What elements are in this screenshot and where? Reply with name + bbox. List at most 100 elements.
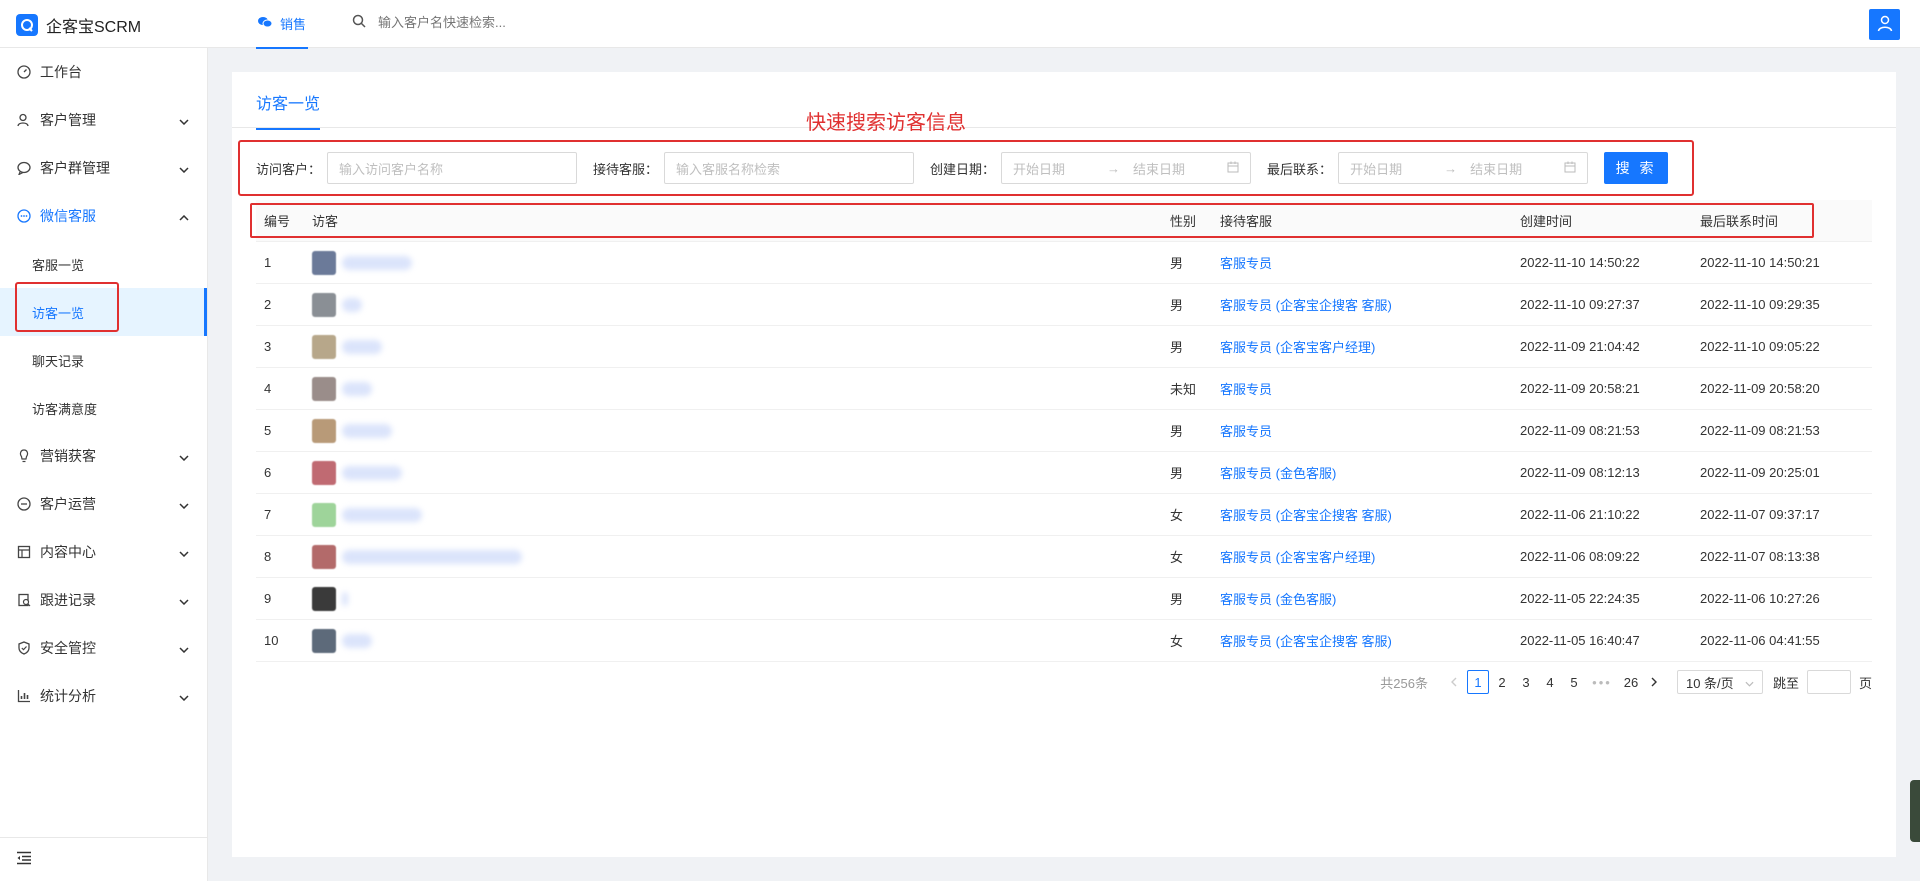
last-contact-range-picker[interactable]: 开始日期 → 结束日期 [1338, 152, 1589, 184]
row-number: 3 [264, 339, 272, 354]
agent-name-input[interactable]: 输入客服名称检索 [664, 152, 915, 184]
page-size-select[interactable]: 10 条/页 [1676, 670, 1763, 694]
created-time-cell: 2022-11-10 09:27:37 [1520, 297, 1640, 312]
visitor-name-input[interactable]: 输入访问客户名称 [327, 152, 578, 184]
customer-search-input[interactable] [376, 14, 680, 31]
arrow-right-icon: → [1444, 160, 1458, 176]
created-date-range-picker[interactable]: 开始日期 → 结束日期 [1001, 152, 1252, 184]
visitor-cell[interactable] [304, 544, 1162, 569]
gender-cell: 男 [1170, 298, 1184, 313]
sidebar-item-group-chats[interactable]: 客户群管理 [0, 144, 207, 192]
agent-link[interactable]: 客服专员 (企客宝企搜客 客服) [1212, 505, 1512, 524]
agent-link[interactable]: 客服专员 [1212, 253, 1512, 272]
avatar [312, 502, 336, 527]
sidebar-item-operations[interactable]: 客户运营 [0, 480, 207, 528]
visitor-input-placeholder: 输入访问客户名称 [339, 161, 444, 177]
app-logo[interactable]: 企客宝SCRM [16, 13, 141, 37]
agent-link[interactable]: 客服专员 (企客宝客户经理) [1212, 547, 1512, 566]
table-row[interactable]: 9 男 客服专员 (金色客服) 2022-11-05 22:24:35 2022-11-… [256, 578, 1872, 620]
table-row[interactable]: 4 未知 客服专员 2022-11-09 20:58:21 2022-11-09 20:… [256, 368, 1872, 410]
sidebar-item-analytics[interactable]: 统计分析 [0, 672, 207, 720]
user-icon [1876, 14, 1894, 35]
sidebar-subitem-chat-records[interactable]: 聊天记录 [0, 336, 207, 384]
avatar [312, 418, 336, 443]
sidebar-subitem-satisfaction[interactable]: 访客满意度 [0, 384, 207, 432]
sidebar-item-wechat-service[interactable]: 微信客服 [0, 192, 207, 240]
page-button[interactable]: 26 [1620, 670, 1642, 694]
row-number: 7 [264, 507, 272, 522]
table-row[interactable]: 5 男 客服专员 2022-11-09 08:21:53 2022-11-09 08:2… [256, 410, 1872, 452]
table-row[interactable]: 2 男 客服专员 (企客宝企搜客 客服) 2022-11-10 09:27:37 202… [256, 284, 1872, 326]
chevron-down-icon [179, 544, 189, 560]
page-button[interactable]: 4 [1539, 670, 1561, 694]
sidebar-item-security[interactable]: 安全管控 [0, 624, 207, 672]
sidebar-item-label: 客户管理 [40, 112, 96, 128]
blurred-visitor-name [342, 633, 372, 648]
floating-side-widget[interactable] [1910, 780, 1920, 842]
next-page-button[interactable] [1644, 670, 1666, 694]
tab-sales[interactable]: 销售 [256, 0, 309, 49]
sidebar-item-label: 客户群管理 [40, 160, 110, 176]
visitor-cell[interactable] [304, 502, 1162, 527]
sidebar-item-workbench[interactable]: 工作台 [0, 48, 207, 96]
visitor-cell[interactable] [304, 292, 1162, 317]
avatar [312, 628, 336, 653]
page-button[interactable]: 2 [1491, 670, 1513, 694]
created-time-cell: 2022-11-09 21:04:42 [1520, 339, 1640, 354]
agent-link[interactable]: 客服专员 (企客宝企搜客 客服) [1212, 295, 1512, 314]
logo-icon [16, 14, 38, 36]
search-button[interactable]: 搜 索 [1604, 152, 1669, 184]
last-contact-cell: 2022-11-10 14:50:21 [1700, 255, 1820, 270]
sidebar-item-label: 客户运营 [40, 496, 96, 512]
agent-link[interactable]: 客服专员 (金色客服) [1212, 463, 1512, 482]
table-row[interactable]: 6 男 客服专员 (金色客服) 2022-11-09 08:12:13 2022-11-… [256, 452, 1872, 494]
sidebar-item-followup[interactable]: 跟进记录 [0, 576, 207, 624]
agent-link[interactable]: 客服专员 [1212, 421, 1512, 440]
calendar-icon [1227, 161, 1239, 176]
agent-link[interactable]: 客服专员 (企客宝企搜客 客服) [1212, 631, 1512, 650]
agent-link[interactable]: 客服专员 [1212, 379, 1512, 398]
sidebar-subitem-visitors[interactable]: 访客一览 [0, 282, 207, 336]
avatar [312, 250, 336, 275]
visitor-cell[interactable] [304, 628, 1162, 653]
agent-link[interactable]: 客服专员 (金色客服) [1212, 589, 1512, 608]
visitor-cell[interactable] [304, 250, 1162, 275]
agent-link[interactable]: 客服专员 (企客宝客户经理) [1212, 337, 1512, 356]
table-row[interactable]: 7 女 客服专员 (企客宝企搜客 客服) 2022-11-06 21:10:22 202… [256, 494, 1872, 536]
tab-visitors[interactable]: 访客一览 [256, 90, 321, 130]
sidebar-item-content[interactable]: 内容中心 [0, 528, 207, 576]
created-time-cell: 2022-11-05 16:40:47 [1520, 633, 1640, 648]
header-highlight-box [250, 203, 1814, 238]
table-row[interactable]: 3 男 客服专员 (企客宝客户经理) 2022-11-09 21:04:42 2022-… [256, 326, 1872, 368]
visitor-cell[interactable] [304, 376, 1162, 401]
annotation-text: 快速搜索访客信息 [806, 112, 966, 134]
visitor-cell[interactable] [304, 334, 1162, 359]
page-button[interactable]: 3 [1515, 670, 1537, 694]
table-row[interactable]: 8 女 客服专员 (企客宝客户经理) 2022-11-06 08:09:22 2022-… [256, 536, 1872, 578]
page-button[interactable]: 5 [1563, 670, 1585, 694]
sidebar-subitem-label: 访客满意度 [32, 401, 98, 417]
gender-cell: 男 [1170, 592, 1184, 607]
sidebar-subitem-agents[interactable]: 客服一览 [0, 240, 207, 288]
sidebar-item-marketing[interactable]: 营销获客 [0, 432, 207, 480]
table-row[interactable]: 10 女 客服专员 (企客宝企搜客 客服) 2022-11-05 16:40:47 20… [256, 620, 1872, 662]
more-pages-button[interactable]: ••• [1587, 670, 1617, 694]
page-button[interactable]: 1 [1466, 670, 1489, 694]
bulb-icon [16, 448, 32, 464]
sidebar-item-label: 跟进记录 [40, 592, 96, 608]
user-avatar-button[interactable] [1869, 9, 1900, 40]
menu-fold-icon [16, 851, 32, 868]
prev-page-button[interactable] [1443, 670, 1465, 694]
visitor-cell[interactable] [304, 418, 1162, 443]
sidebar-collapse-button[interactable] [0, 837, 207, 881]
sidebar-item-label: 统计分析 [40, 688, 96, 704]
jump-page-input[interactable] [1806, 670, 1851, 694]
last-end-placeholder: 结束日期 [1470, 161, 1523, 177]
blurred-visitor-name [342, 465, 402, 480]
table-row[interactable]: 1 男 客服专员 2022-11-10 14:50:22 2022-11-10 14:5… [256, 242, 1872, 284]
sidebar-item-customers[interactable]: 客户管理 [0, 96, 207, 144]
visitor-cell[interactable] [304, 460, 1162, 485]
created-end-placeholder: 结束日期 [1133, 161, 1186, 177]
search-icon [352, 14, 366, 31]
visitor-cell[interactable] [304, 586, 1162, 611]
